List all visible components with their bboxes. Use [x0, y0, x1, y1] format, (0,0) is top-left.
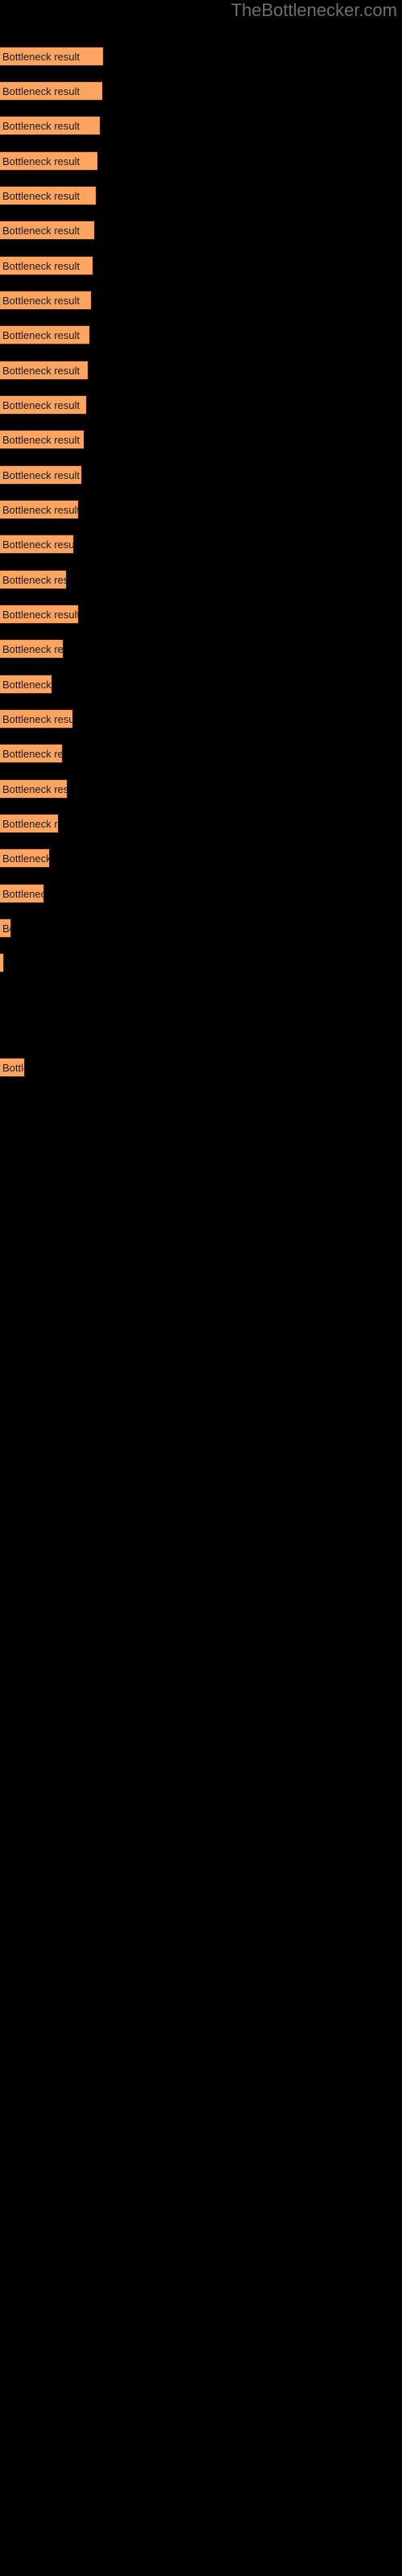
bar-label: Bottleneck result [2, 260, 80, 272]
bar-row: Bottleneck result [0, 186, 402, 205]
bar-label: Bottleneck result [2, 954, 3, 972]
bar-label: Bottleneck result [2, 365, 80, 377]
bar-row: Bottleneck result [0, 709, 402, 729]
bar-label: Bottleneck result [2, 783, 68, 795]
bar-label: Bottleneck result [2, 643, 64, 655]
bar-9[interactable]: Bottleneck result [0, 325, 90, 345]
bar-18[interactable]: Bottleneck result [0, 639, 64, 658]
bar-row: Bottleneck result [0, 605, 402, 624]
bar-row: Bottleneck result [0, 953, 402, 972]
bar-label: Bottleneck result [2, 852, 50, 865]
bar-21[interactable]: Bottleneck result [0, 744, 63, 763]
bar-label: Bottleneck result [2, 51, 80, 63]
bar-label: Bottleneck result [2, 888, 43, 900]
bar-label: Bottleneck result [2, 469, 80, 481]
bar-label: Bottleneck result [2, 225, 80, 237]
bar-row: Bottleneck result [0, 256, 402, 275]
bar-row: Bottleneck result [0, 221, 402, 240]
bar-20[interactable]: Bottleneck result [0, 709, 73, 729]
bar-label: Bottleneck result [2, 120, 80, 132]
bar-label: Bottleneck result [2, 504, 79, 516]
bar-24[interactable]: Bottleneck result [0, 848, 50, 868]
bar-row: Bottleneck result [0, 116, 402, 135]
bar-row: Bottleneck result [0, 430, 402, 449]
bar-6[interactable]: Bottleneck result [0, 221, 95, 240]
bar-4[interactable]: Bottleneck result [0, 151, 98, 171]
bar-label: Bottleneck result [2, 609, 79, 621]
bar-label: Bottleneck result [2, 923, 10, 935]
bar-25[interactable]: Bottleneck result [0, 884, 44, 903]
bar-11[interactable]: Bottleneck result [0, 395, 87, 415]
bar-label: Bottleneck result [2, 679, 51, 691]
bar-row: Bottleneck result [0, 465, 402, 485]
bar-row: Bottleneck result [0, 570, 402, 589]
bar-30[interactable]: Bottleneck result [0, 1058, 25, 1077]
bar-16[interactable]: Bottleneck result [0, 570, 67, 589]
bar-27[interactable]: Bottleneck result [0, 953, 4, 972]
bar-label: Bottleneck result [2, 818, 58, 830]
bar-row: Bottleneck result [0, 848, 402, 868]
bar-row: Bottleneck result [0, 675, 402, 694]
bar-row: Bottleneck result [0, 291, 402, 310]
bar-label: Bottleneck result [2, 574, 66, 586]
bar-13[interactable]: Bottleneck result [0, 465, 82, 485]
bar-row: Bottleneck result [0, 919, 402, 938]
bar-26[interactable]: Bottleneck result [0, 919, 11, 938]
bar-label: Bottleneck result [2, 399, 80, 411]
bar-label: Bottleneck result [2, 190, 80, 202]
bar-row: Bottleneck result [0, 325, 402, 345]
bar-label: Bottleneck result [2, 295, 80, 307]
bar-row: Bottleneck result [0, 395, 402, 415]
bar-row: Bottleneck result [0, 779, 402, 799]
bar-row: Bottleneck result [0, 500, 402, 519]
bar-12[interactable]: Bottleneck result [0, 430, 84, 449]
bar-label: Bottleneck result [2, 748, 62, 760]
bar-label: Bottleneck result [2, 713, 73, 725]
bar-23[interactable]: Bottleneck result [0, 814, 59, 833]
bar-19[interactable]: Bottleneck result [0, 675, 52, 694]
bar-row: Bottleneck result [0, 744, 402, 763]
bar-row [0, 1023, 402, 1042]
bar-row: Bottleneck result [0, 361, 402, 380]
bar-row: Bottleneck result [0, 639, 402, 658]
bar-label: Bottleneck result [2, 1062, 24, 1074]
bar-14[interactable]: Bottleneck result [0, 500, 79, 519]
bottleneck-bar-chart: TheBottlenecker.com Bottleneck result Bot… [0, 0, 402, 2576]
bar-row: Bottleneck result [0, 1058, 402, 1077]
bar-row: Bottleneck result [0, 47, 402, 66]
bars-layer: Bottleneck result Bottleneck result Bottle… [0, 0, 402, 2576]
bar-15[interactable]: Bottleneck result [0, 535, 74, 554]
bar-label: Bottleneck result [2, 539, 74, 551]
bar-1[interactable]: Bottleneck result [0, 47, 104, 66]
bar-row: Bottleneck result [0, 884, 402, 903]
bar-22[interactable]: Bottleneck result [0, 779, 68, 799]
bar-17[interactable]: Bottleneck result [0, 605, 79, 624]
bar-5[interactable]: Bottleneck result [0, 186, 96, 205]
bar-label: Bottleneck result [2, 434, 80, 446]
bar-2[interactable]: Bottleneck result [0, 81, 103, 101]
bar-label: Bottleneck result [2, 85, 80, 97]
bar-7[interactable]: Bottleneck result [0, 256, 93, 275]
bar-10[interactable]: Bottleneck result [0, 361, 88, 380]
bar-3[interactable]: Bottleneck result [0, 116, 100, 135]
bar-row: Bottleneck result [0, 814, 402, 833]
bar-row: Bottleneck result [0, 151, 402, 171]
bar-label: Bottleneck result [2, 329, 80, 341]
bar-label: Bottleneck result [2, 155, 80, 167]
bar-row: Bottleneck result [0, 535, 402, 554]
bar-row: Bottleneck result [0, 81, 402, 101]
bar-row [0, 989, 402, 1008]
bar-8[interactable]: Bottleneck result [0, 291, 92, 310]
